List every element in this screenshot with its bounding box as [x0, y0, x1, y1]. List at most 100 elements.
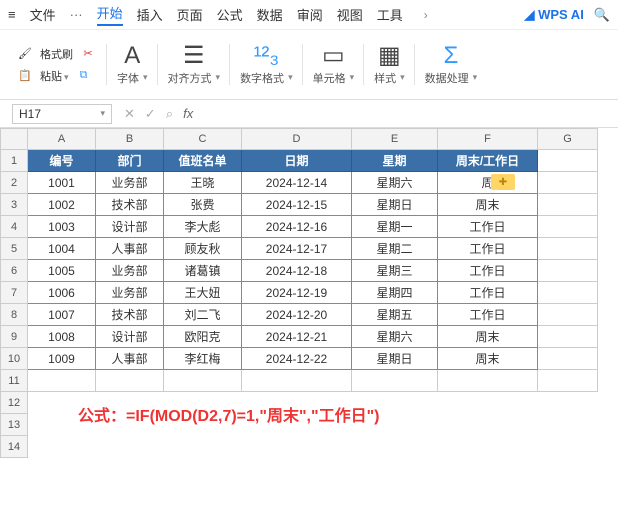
tab-data[interactable]: 数据: [257, 5, 283, 24]
row-header[interactable]: 1: [0, 150, 28, 172]
cell[interactable]: 1006: [28, 282, 96, 304]
cell[interactable]: 人事部: [96, 348, 164, 370]
cell[interactable]: 工作日: [438, 238, 538, 260]
menu-file[interactable]: 文件: [30, 5, 56, 24]
cell[interactable]: 工作日: [438, 282, 538, 304]
cell[interactable]: 2024-12-14: [242, 172, 352, 194]
name-box[interactable]: H17 ▾: [12, 104, 112, 124]
row-header[interactable]: 7: [0, 282, 28, 304]
row-header[interactable]: 5: [0, 238, 28, 260]
spreadsheet-grid[interactable]: 1 2 3 4 5 6 7 8 9 10 11 12 13 14 A B C D…: [0, 128, 618, 532]
cell[interactable]: 诸葛镇: [164, 260, 242, 282]
search-icon[interactable]: 🔍: [594, 7, 610, 23]
cell[interactable]: [538, 326, 598, 348]
cell[interactable]: [242, 370, 352, 392]
cell[interactable]: 技术部: [96, 304, 164, 326]
col-header[interactable]: E: [352, 128, 438, 150]
cell[interactable]: 星期一: [352, 216, 438, 238]
tab-formula[interactable]: 公式: [217, 5, 243, 24]
tab-view[interactable]: 视图: [337, 5, 363, 24]
cell[interactable]: 1008: [28, 326, 96, 348]
style-group[interactable]: ▦ 样式: [364, 34, 415, 95]
header-cell[interactable]: 部门: [96, 150, 164, 172]
row-header[interactable]: 2: [0, 172, 28, 194]
cell[interactable]: [538, 238, 598, 260]
paste-icon[interactable]: 📋: [16, 67, 34, 85]
cell[interactable]: 1007: [28, 304, 96, 326]
select-all-corner[interactable]: [0, 128, 28, 150]
cell[interactable]: 星期二: [352, 238, 438, 260]
cell[interactable]: 欧阳克: [164, 326, 242, 348]
cell[interactable]: 业务部: [96, 172, 164, 194]
confirm-icon[interactable]: ✓: [145, 106, 156, 122]
paste-label[interactable]: 粘贴: [40, 68, 69, 84]
cell[interactable]: [538, 216, 598, 238]
cell[interactable]: 2024-12-19: [242, 282, 352, 304]
tab-start[interactable]: 开始: [97, 3, 123, 26]
font-group[interactable]: A 字体: [107, 34, 158, 95]
cell[interactable]: 业务部: [96, 282, 164, 304]
cell[interactable]: 周: [438, 172, 538, 194]
fx-label[interactable]: fx: [183, 106, 193, 121]
menu-more-icon[interactable]: ···: [70, 7, 83, 22]
cut-icon[interactable]: ✂: [79, 45, 97, 63]
row-header[interactable]: 12: [0, 392, 28, 414]
row-header[interactable]: 11: [0, 370, 28, 392]
number-group[interactable]: ¹²₃ 数字格式: [230, 34, 303, 95]
col-header[interactable]: B: [96, 128, 164, 150]
cell[interactable]: 2024-12-16: [242, 216, 352, 238]
cell[interactable]: [352, 370, 438, 392]
cell[interactable]: [538, 370, 598, 392]
cell[interactable]: [538, 194, 598, 216]
row-header[interactable]: 9: [0, 326, 28, 348]
cell[interactable]: 李红梅: [164, 348, 242, 370]
row-header[interactable]: 8: [0, 304, 28, 326]
cell[interactable]: 1002: [28, 194, 96, 216]
cell[interactable]: 2024-12-22: [242, 348, 352, 370]
search-fx-icon[interactable]: ⌕: [166, 106, 173, 122]
row-header[interactable]: 6: [0, 260, 28, 282]
chevron-right-icon[interactable]: ›: [417, 8, 435, 22]
cell[interactable]: 工作日: [438, 260, 538, 282]
header-cell[interactable]: 周末/工作日: [438, 150, 538, 172]
header-cell[interactable]: 编号: [28, 150, 96, 172]
cell-group[interactable]: ▭ 单元格: [303, 34, 365, 95]
header-cell[interactable]: 日期: [242, 150, 352, 172]
cell[interactable]: 2024-12-20: [242, 304, 352, 326]
wps-ai-button[interactable]: ◢ WPS AI: [524, 7, 583, 23]
align-group[interactable]: ☰ 对齐方式: [158, 34, 231, 95]
cell[interactable]: 技术部: [96, 194, 164, 216]
col-header[interactable]: G: [538, 128, 598, 150]
cell[interactable]: 星期日: [352, 348, 438, 370]
cell[interactable]: 1003: [28, 216, 96, 238]
data-proc-group[interactable]: Σ 数据处理: [415, 34, 488, 95]
cell[interactable]: [538, 260, 598, 282]
cell[interactable]: 1001: [28, 172, 96, 194]
cell[interactable]: [538, 304, 598, 326]
cell[interactable]: 王晓: [164, 172, 242, 194]
cell[interactable]: [538, 172, 598, 194]
col-header[interactable]: F: [438, 128, 538, 150]
cell[interactable]: 设计部: [96, 216, 164, 238]
cell[interactable]: 星期五: [352, 304, 438, 326]
cell[interactable]: 王大妞: [164, 282, 242, 304]
cell[interactable]: [438, 370, 538, 392]
cell[interactable]: 工作日: [438, 304, 538, 326]
cell[interactable]: [538, 348, 598, 370]
col-header[interactable]: A: [28, 128, 96, 150]
cancel-icon[interactable]: ✕: [124, 106, 135, 122]
col-header[interactable]: C: [164, 128, 242, 150]
header-cell[interactable]: 值班名单: [164, 150, 242, 172]
header-cell[interactable]: 星期: [352, 150, 438, 172]
cell[interactable]: [28, 370, 96, 392]
format-painter-icon[interactable]: 🖌: [16, 45, 34, 63]
tab-page[interactable]: 页面: [177, 5, 203, 24]
cell[interactable]: 星期日: [352, 194, 438, 216]
cell[interactable]: [538, 150, 598, 172]
cell[interactable]: 工作日: [438, 216, 538, 238]
cell[interactable]: 星期六: [352, 172, 438, 194]
cell[interactable]: 2024-12-17: [242, 238, 352, 260]
cell[interactable]: 公式：=IF(MOD(D2,7)=1,"周末","工作日"): [28, 392, 598, 436]
cell[interactable]: 业务部: [96, 260, 164, 282]
row-header[interactable]: 4: [0, 216, 28, 238]
